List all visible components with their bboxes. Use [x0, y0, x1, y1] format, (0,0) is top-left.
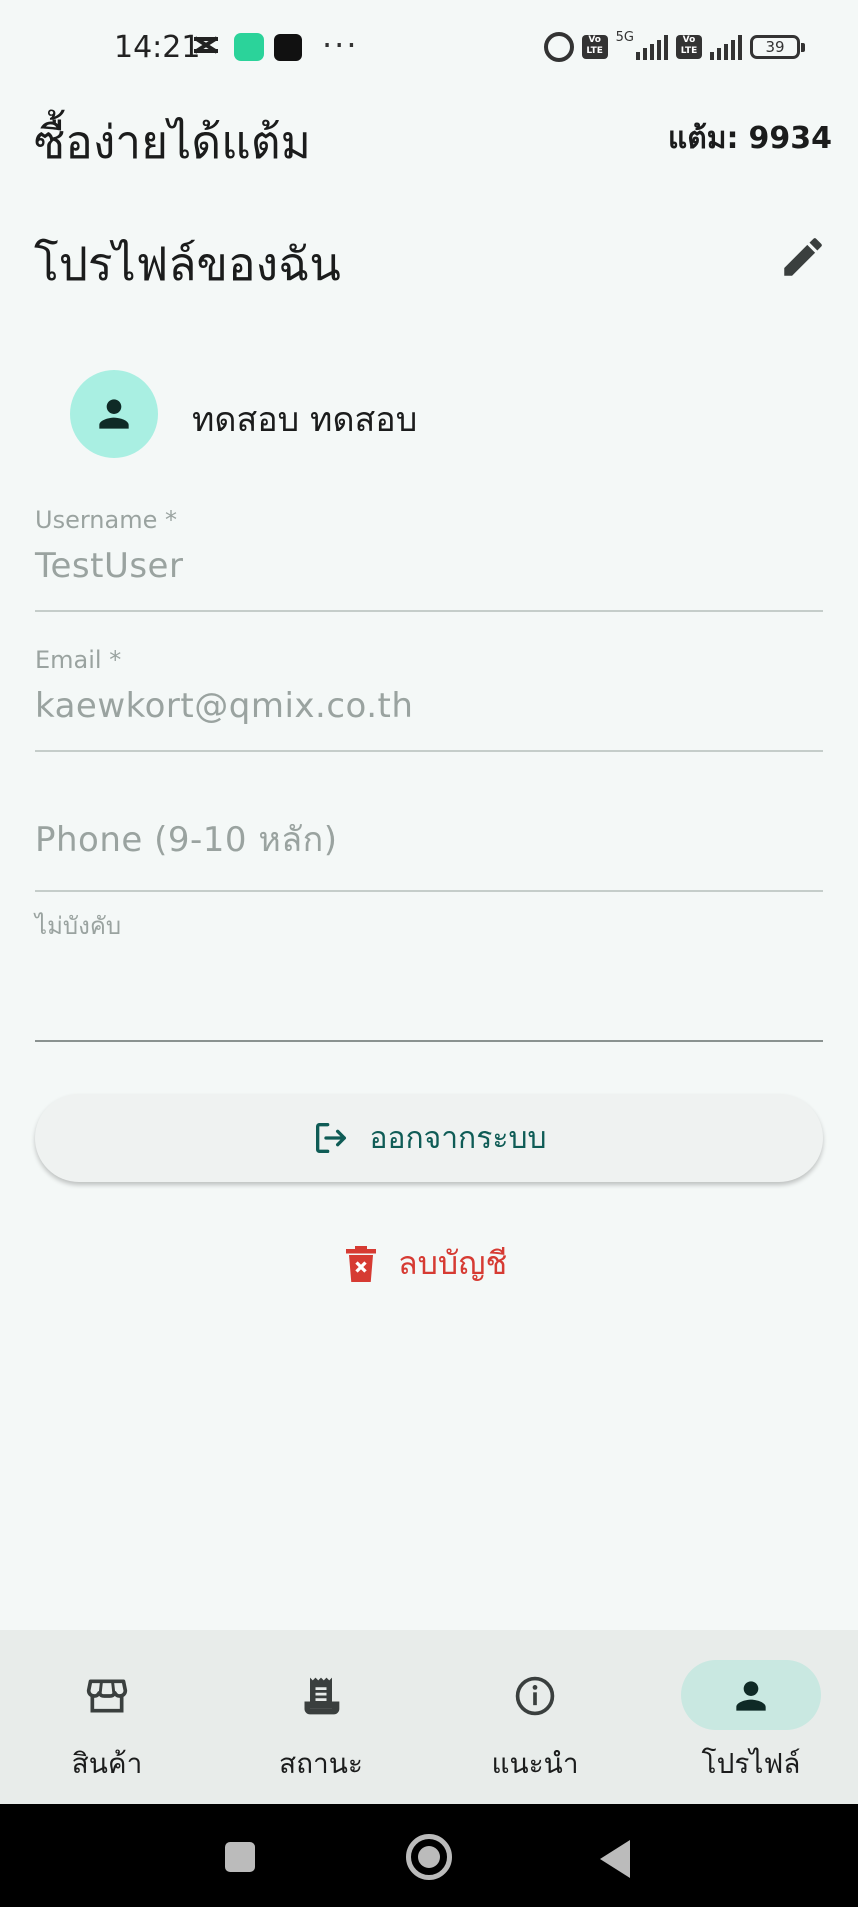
signal-icon — [710, 34, 742, 60]
app-green-icon — [234, 33, 264, 61]
person-icon — [736, 1681, 766, 1711]
app-black-icon — [274, 34, 302, 61]
nav-label: สินค้า — [71, 1747, 143, 1780]
email-underline — [35, 750, 823, 752]
delete-icon — [346, 1245, 376, 1282]
network-type: 5G — [615, 29, 634, 45]
recents-button[interactable] — [225, 1842, 255, 1872]
battery-icon: 39 — [750, 35, 805, 59]
nav-item-status[interactable]: สถานะ — [214, 1630, 428, 1804]
page-title: โปรไฟล์ของฉัน — [34, 237, 341, 291]
delete-account-button[interactable]: ลบบัญชี — [346, 1238, 507, 1289]
nav-item-products[interactable]: สินค้า — [0, 1630, 214, 1804]
logout-button[interactable]: ออกจากระบบ — [35, 1094, 823, 1182]
alarm-icon — [543, 32, 574, 62]
status-time: 14:21 — [114, 30, 201, 65]
nav-label: แนะนำ — [491, 1747, 579, 1780]
avatar — [70, 370, 158, 458]
info-icon — [515, 1676, 555, 1716]
email-label: Email * — [35, 646, 122, 674]
email-value[interactable]: kaewkort@qmix.co.th — [35, 686, 823, 726]
volte-icon: Vo LTE — [676, 35, 702, 59]
store-icon — [86, 1679, 128, 1713]
phone-input[interactable]: Phone (9-10 หลัก) — [35, 812, 823, 866]
username-label: Username * — [35, 506, 177, 534]
phone-underline — [35, 890, 823, 892]
overflow-icon: ··· — [322, 26, 359, 64]
phone-field[interactable]: Phone (9-10 หลัก) — [35, 812, 823, 892]
points-display: แต้ม: 9934 — [668, 115, 832, 162]
phone-hint: ไม่บังคับ — [35, 912, 122, 940]
username-underline — [35, 610, 823, 612]
nav-label: โปรไฟล์ — [701, 1747, 801, 1780]
receipt-icon — [304, 1677, 340, 1715]
app-title: ซื้อง่ายได้แต้ม — [34, 115, 311, 169]
nav-item-guide[interactable]: แนะนำ — [428, 1630, 642, 1804]
back-button[interactable] — [600, 1840, 630, 1878]
logout-icon — [316, 1123, 347, 1153]
person-icon — [99, 399, 129, 429]
divider — [35, 1040, 823, 1042]
email-field[interactable]: Email * kaewkort@qmix.co.th — [35, 646, 823, 752]
nav-item-profile[interactable]: โปรไฟล์ — [644, 1630, 858, 1804]
capcut-icon — [193, 36, 219, 54]
username-value[interactable]: TestUser — [35, 546, 823, 586]
points-label: แต้ม: — [667, 121, 739, 156]
username-field[interactable]: Username * TestUser — [35, 506, 823, 612]
status-bar: 14:21 ··· Vo LTE 5G Vo LTE 39 — [0, 0, 858, 96]
display-name: ทดสอบ ทดสอบ — [192, 400, 418, 440]
home-button[interactable] — [406, 1834, 452, 1880]
points-value: 9934 — [748, 121, 833, 156]
delete-label: ลบบัญชี — [398, 1244, 508, 1282]
bottom-nav: สินค้า สถานะ แนะนำ โปรไฟล์ — [0, 1630, 858, 1804]
volte-icon: Vo LTE — [581, 35, 608, 59]
signal-icon — [636, 34, 668, 60]
logout-label: ออกจากระบบ — [369, 1120, 547, 1156]
nav-label: สถานะ — [279, 1747, 363, 1780]
pencil-icon[interactable] — [778, 232, 828, 282]
